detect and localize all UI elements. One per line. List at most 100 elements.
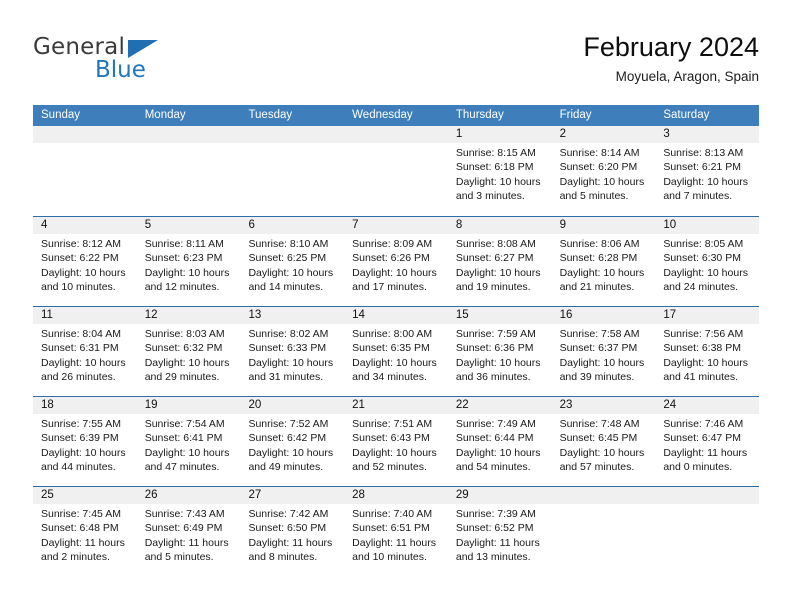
calendar-day-cell[interactable]: 17 Sunrise: 7:56 AM Sunset: 6:38 PM Dayligh…: [655, 307, 759, 396]
calendar-day-cell[interactable]: 24 Sunrise: 7:46 AM Sunset: 6:47 PM Dayligh…: [655, 397, 759, 486]
calendar-day-cell[interactable]: 27 Sunrise: 7:42 AM Sunset: 6:50 PM Dayligh…: [240, 487, 344, 576]
sunrise-text: Sunrise: 7:49 AM: [455, 418, 536, 430]
day-details: Sunrise: 8:08 AM Sunset: 6:27 PM Daylight:…: [456, 234, 545, 295]
sunrise-text: Sunrise: 7:40 AM: [352, 508, 433, 520]
day-number: 28: [352, 489, 365, 501]
daylight-text-line2: and 21 minutes.: [559, 281, 635, 294]
daylight-text-line1: Daylight: 10 hours: [663, 175, 748, 188]
daylight-text-line2: and 39 minutes.: [559, 371, 635, 384]
logo-text-blue: Blue: [95, 57, 146, 83]
day-details: Sunrise: 7:48 AM Sunset: 6:45 PM Daylight:…: [560, 414, 649, 475]
calendar-day-cell[interactable]: 4 Sunrise: 8:12 AM Sunset: 6:22 PM Daylight…: [33, 217, 137, 306]
sunset-text: Sunset: 6:38 PM: [663, 342, 741, 355]
daylight-text-line1: Daylight: 10 hours: [663, 356, 748, 369]
day-number: 16: [559, 309, 573, 321]
day-number: 13: [248, 309, 262, 321]
sunset-text: Sunset: 6:26 PM: [352, 252, 430, 265]
day-number: 14: [352, 309, 365, 321]
daylight-text-line1: Daylight: 10 hours: [41, 446, 126, 459]
day-number: 19: [144, 399, 158, 411]
day-number: 29: [455, 489, 469, 501]
sunset-text: Sunset: 6:42 PM: [248, 432, 327, 445]
day-number: 26: [144, 489, 158, 501]
calendar-day-cell[interactable]: 28 Sunrise: 7:40 AM Sunset: 6:51 PM Dayligh…: [344, 487, 448, 576]
calendar-day-cell[interactable]: 23 Sunrise: 7:48 AM Sunset: 6:45 PM Dayligh…: [552, 397, 656, 486]
sunset-text: Sunset: 6:43 PM: [352, 432, 430, 445]
sunrise-text: Sunrise: 8:14 AM: [559, 147, 640, 159]
day-details: Sunrise: 8:11 AM Sunset: 6:23 PM Daylight:…: [145, 234, 234, 295]
daylight-text-line1: Daylight: 10 hours: [144, 356, 230, 369]
calendar-day-cell[interactable]: 26 Sunrise: 7:43 AM Sunset: 6:49 PM Dayligh…: [137, 487, 241, 576]
sunset-text: Sunset: 6:44 PM: [455, 432, 534, 445]
calendar-day-cell[interactable]: 18 Sunrise: 7:55 AM Sunset: 6:39 PM Dayligh…: [33, 397, 137, 486]
calendar-day-cell[interactable]: 16 Sunrise: 7:58 AM Sunset: 6:37 PM Dayligh…: [552, 307, 656, 396]
sunset-text: Sunset: 6:35 PM: [352, 342, 430, 355]
calendar-day-cell[interactable]: 7 Sunrise: 8:09 AM Sunset: 6:26 PM Daylight…: [344, 217, 448, 306]
sunrise-text: Sunrise: 7:54 AM: [144, 418, 225, 430]
day-details: Sunrise: 7:40 AM Sunset: 6:51 PM Daylight:…: [352, 504, 441, 565]
calendar-day-cell[interactable]: 6 Sunrise: 8:10 AM Sunset: 6:25 PM Daylight…: [240, 217, 344, 306]
sunrise-text: Sunrise: 7:59 AM: [455, 328, 536, 340]
daylight-text-line1: Daylight: 10 hours: [663, 266, 748, 279]
daylight-text-line1: Daylight: 10 hours: [352, 356, 437, 369]
day-details: Sunrise: 7:58 AM Sunset: 6:37 PM Daylight:…: [560, 324, 649, 385]
daylight-text-line2: and 47 minutes.: [144, 461, 220, 474]
calendar-day-cell[interactable]: 8 Sunrise: 8:08 AM Sunset: 6:27 PM Daylight…: [448, 217, 552, 306]
calendar-day-cell[interactable]: 5 Sunrise: 8:11 AM Sunset: 6:23 PM Daylight…: [137, 217, 241, 306]
day-number: 6: [248, 219, 255, 231]
daylight-text-line1: Daylight: 10 hours: [559, 175, 645, 188]
daylight-text-line1: Daylight: 10 hours: [455, 356, 541, 369]
sunset-text: Sunset: 6:33 PM: [248, 342, 327, 355]
day-details: Sunrise: 8:03 AM Sunset: 6:32 PM Daylight:…: [145, 324, 234, 385]
day-details: Sunrise: 7:43 AM Sunset: 6:49 PM Daylight:…: [145, 504, 234, 565]
sunrise-text: Sunrise: 8:10 AM: [248, 238, 329, 250]
calendar-day-cell[interactable]: 3 Sunrise: 8:13 AM Sunset: 6:21 PM Daylight…: [655, 126, 759, 216]
sunset-text: Sunset: 6:45 PM: [559, 432, 638, 445]
daylight-text-line2: and 3 minutes.: [455, 190, 525, 203]
weekday-header-row: Sunday Monday Tuesday Wednesday Thursday…: [33, 105, 759, 126]
calendar-day-cell[interactable]: 19 Sunrise: 7:54 AM Sunset: 6:41 PM Dayligh…: [137, 397, 241, 486]
sunrise-text: Sunrise: 7:43 AM: [144, 508, 225, 520]
daylight-text-line2: and 29 minutes.: [144, 371, 220, 384]
calendar-day-cell[interactable]: 13 Sunrise: 8:02 AM Sunset: 6:33 PM Dayligh…: [240, 307, 344, 396]
day-details: Sunrise: 8:02 AM Sunset: 6:33 PM Daylight:…: [248, 324, 337, 385]
daylight-text-line2: and 10 minutes.: [352, 551, 427, 564]
calendar-day-cell[interactable]: 21 Sunrise: 7:51 AM Sunset: 6:43 PM Dayligh…: [344, 397, 448, 486]
day-number: 3: [663, 128, 670, 140]
day-details: Sunrise: 7:55 AM Sunset: 6:39 PM Daylight:…: [41, 414, 130, 475]
day-number: 1: [455, 128, 463, 140]
daylight-text-line2: and 24 minutes.: [663, 281, 739, 294]
calendar-day-cell[interactable]: 29 Sunrise: 7:39 AM Sunset: 6:52 PM Dayligh…: [448, 487, 552, 576]
weekday-thursday: Thursday: [455, 109, 504, 121]
calendar-day-cell[interactable]: 14 Sunrise: 8:00 AM Sunset: 6:35 PM Dayligh…: [344, 307, 448, 396]
calendar-day-cell[interactable]: 25 Sunrise: 7:45 AM Sunset: 6:48 PM Dayligh…: [33, 487, 137, 576]
calendar-day-cell[interactable]: 9 Sunrise: 8:06 AM Sunset: 6:28 PM Daylight…: [552, 217, 656, 306]
calendar-day-cell[interactable]: 2 Sunrise: 8:14 AM Sunset: 6:20 PM Daylight…: [552, 126, 656, 216]
weekday-saturday: Saturday: [663, 109, 710, 121]
sunrise-text: Sunrise: 7:45 AM: [41, 508, 121, 520]
calendar-day-cell[interactable]: 10 Sunrise: 8:05 AM Sunset: 6:30 PM Dayligh…: [655, 217, 759, 306]
day-number: 8: [455, 219, 463, 231]
calendar-day-cell[interactable]: 22 Sunrise: 7:49 AM Sunset: 6:44 PM Dayligh…: [448, 397, 552, 486]
daylight-text-line2: and 2 minutes.: [41, 551, 110, 564]
calendar-day-cell[interactable]: 11 Sunrise: 8:04 AM Sunset: 6:31 PM Dayligh…: [33, 307, 137, 396]
calendar-day-cell[interactable]: 1 Sunrise: 8:15 AM Sunset: 6:18 PM Daylight…: [448, 126, 552, 216]
daylight-text-line1: Daylight: 11 hours: [352, 536, 437, 549]
daylight-text-line1: Daylight: 11 hours: [144, 536, 229, 549]
sunrise-text: Sunrise: 8:06 AM: [559, 238, 640, 250]
sunset-text: Sunset: 6:51 PM: [352, 522, 430, 535]
sunrise-text: Sunrise: 7:48 AM: [559, 418, 640, 430]
calendar-day-cell[interactable]: 20 Sunrise: 7:52 AM Sunset: 6:42 PM Dayligh…: [240, 397, 344, 486]
day-details: Sunrise: 7:49 AM Sunset: 6:44 PM Daylight:…: [456, 414, 545, 475]
daylight-text-line1: Daylight: 10 hours: [41, 266, 126, 279]
logo-triangle-icon: [128, 40, 158, 58]
calendar-day-cell[interactable]: 12 Sunrise: 8:03 AM Sunset: 6:32 PM Dayligh…: [137, 307, 241, 396]
daylight-text-line2: and 12 minutes.: [144, 281, 220, 294]
day-number: 24: [663, 399, 677, 411]
daylight-text-line1: Daylight: 11 hours: [41, 536, 125, 549]
calendar-day-cell[interactable]: 15 Sunrise: 7:59 AM Sunset: 6:36 PM Dayligh…: [448, 307, 552, 396]
sunrise-text: Sunrise: 8:03 AM: [144, 328, 225, 340]
daylight-text-line1: Daylight: 10 hours: [455, 266, 541, 279]
sunrise-text: Sunrise: 8:02 AM: [248, 328, 329, 340]
sunset-text: Sunset: 6:48 PM: [41, 522, 119, 535]
